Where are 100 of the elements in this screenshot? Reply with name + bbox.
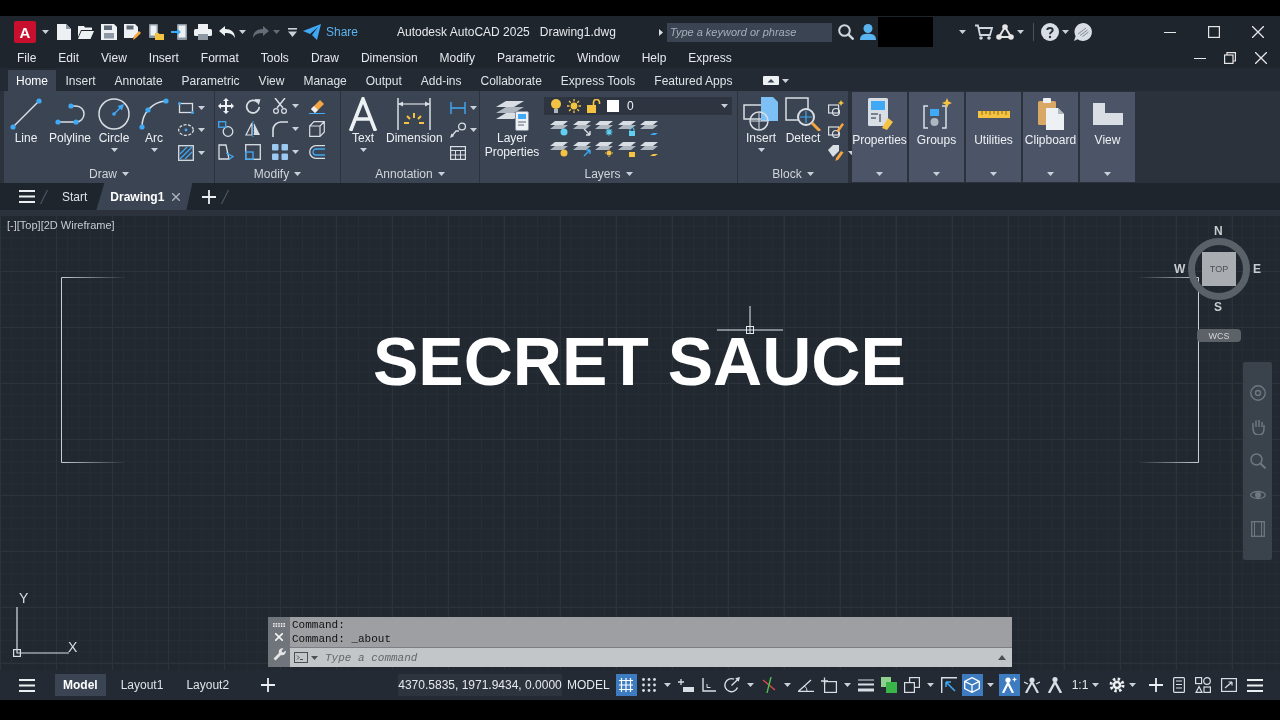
- grid-array-icon[interactable]: [272, 143, 288, 160]
- maximize-icon[interactable]: [1208, 26, 1220, 38]
- model-space-button[interactable]: MODEL: [562, 674, 615, 696]
- file-tab[interactable]: Start: [53, 183, 97, 210]
- panel-title-button[interactable]: Annotation: [341, 164, 479, 183]
- layer-tool-icon[interactable]: [550, 120, 568, 136]
- layout-tab[interactable]: Layout1: [112, 674, 172, 696]
- ribbon-button[interactable]: Line: [8, 97, 44, 163]
- restore-icon[interactable]: [1224, 52, 1236, 64]
- minimize-icon[interactable]: [1164, 31, 1176, 33]
- speech-bubble-icon[interactable]: [1074, 23, 1092, 41]
- caret-icon[interactable]: [1017, 30, 1024, 34]
- ribbon-tab[interactable]: Express Tools: [551, 70, 645, 91]
- caret-up-icon[interactable]: [998, 655, 1006, 660]
- viewport-control[interactable]: [-]: [7, 219, 17, 231]
- collapsed-panel-button[interactable]: View: [1080, 92, 1135, 182]
- menu-item[interactable]: File: [6, 51, 48, 65]
- menu-item[interactable]: Help: [630, 51, 678, 65]
- printer-icon[interactable]: [194, 24, 212, 40]
- ribbon-button[interactable]: Dimension: [385, 97, 444, 163]
- rotate-arrow-icon[interactable]: [245, 97, 261, 114]
- leader-icon[interactable]: [449, 122, 466, 139]
- caret-icon[interactable]: [1062, 30, 1069, 34]
- ribbon-tab[interactable]: Featured Apps: [644, 70, 742, 91]
- file-tab[interactable]: Drawing1: [96, 183, 193, 210]
- new-file-icon[interactable]: [57, 24, 71, 40]
- ribbon-tab[interactable]: Output: [356, 70, 412, 91]
- caret-icon[interactable]: [292, 149, 299, 154]
- compass-label[interactable]: W: [1174, 263, 1186, 275]
- caret-right-icon[interactable]: [659, 28, 663, 36]
- caret-icon[interactable]: [469, 106, 477, 111]
- ribbon-tab[interactable]: Insert: [56, 70, 106, 91]
- offset-curves-icon[interactable]: [309, 144, 325, 159]
- ribbon-tab[interactable]: Collaborate: [471, 70, 552, 91]
- app-logo[interactable]: A: [14, 21, 36, 43]
- collapsed-panel-button[interactable]: Clipboard: [1023, 92, 1078, 182]
- layer-tool-icon[interactable]: [595, 120, 613, 136]
- caret-icon[interactable]: [239, 30, 246, 34]
- caret-icon[interactable]: [292, 126, 299, 131]
- menu-item[interactable]: Tools: [249, 51, 300, 65]
- menu-item[interactable]: Format: [189, 51, 250, 65]
- help-icon[interactable]: [1041, 23, 1059, 41]
- ribbon-button[interactable]: Arc: [136, 97, 173, 163]
- compass-label[interactable]: S: [1214, 301, 1222, 313]
- wrench-icon[interactable]: [272, 647, 286, 661]
- caret-icon[interactable]: [198, 150, 206, 155]
- folder-icon[interactable]: [78, 25, 94, 39]
- ribbon-tab[interactable]: Parametric: [172, 70, 250, 91]
- caret-icon[interactable]: [198, 128, 206, 133]
- ribbon-tab[interactable]: Add-ins: [411, 70, 471, 91]
- quick-properties-button[interactable]: [1195, 674, 1212, 696]
- command-input-bar[interactable]: Type a command: [290, 647, 1012, 667]
- grip-dots-icon[interactable]: [273, 623, 285, 628]
- floppy-pencil-icon[interactable]: [124, 24, 141, 40]
- share-button[interactable]: Share: [303, 21, 359, 43]
- block-pencil-icon[interactable]: [828, 122, 844, 139]
- layer-tool-icon[interactable]: [640, 141, 658, 157]
- connected-triangle-icon[interactable]: [996, 24, 1014, 40]
- ribbon-button[interactable]: Circle: [96, 97, 133, 163]
- ribbon-button[interactable]: Layer Properties: [484, 97, 540, 163]
- menu-item[interactable]: Parametric: [485, 51, 566, 65]
- menu-item[interactable]: Insert: [137, 51, 190, 65]
- layout-tab[interactable]: Model: [55, 674, 106, 696]
- compass-ring[interactable]: [1188, 238, 1250, 300]
- eraser-icon[interactable]: [309, 97, 325, 114]
- menu-item[interactable]: Dimension: [349, 51, 429, 65]
- menu-item[interactable]: Modify: [428, 51, 486, 65]
- menu-icon[interactable]: [19, 190, 35, 203]
- ribbon-button[interactable]: Text: [345, 97, 381, 163]
- stacked-boxes-toggle[interactable]: [901, 674, 937, 696]
- search-icon[interactable]: [838, 24, 854, 40]
- layer-tool-icon[interactable]: [572, 141, 591, 157]
- layer-dropdown[interactable]: 0: [544, 97, 732, 115]
- menu-item[interactable]: Draw: [299, 51, 350, 65]
- ribbon-tab[interactable]: Annotate: [105, 70, 173, 91]
- cube-axes-toggle[interactable]: [961, 674, 997, 696]
- cart-icon[interactable]: [975, 24, 993, 40]
- collapsed-panel-button[interactable]: Groups: [909, 92, 964, 182]
- block-star-icon[interactable]: [828, 100, 844, 117]
- compass-label[interactable]: E: [1253, 263, 1261, 275]
- layer-tool-icon[interactable]: [595, 141, 613, 157]
- device-folder-icon[interactable]: [148, 24, 164, 40]
- device-arrow-icon[interactable]: [171, 24, 187, 40]
- ribbon-button[interactable]: Detect: [784, 97, 822, 163]
- viewcube-face[interactable]: TOP: [1202, 252, 1236, 286]
- linear-dimension-icon[interactable]: [449, 102, 466, 115]
- layer-tool-icon[interactable]: [640, 120, 658, 136]
- layer-tool-icon[interactable]: [617, 120, 636, 136]
- collapsed-panel-button[interactable]: Properties: [852, 92, 907, 182]
- panel-title-button[interactable]: Draw: [4, 164, 214, 183]
- rectangle-icon[interactable]: [178, 102, 195, 115]
- curved-left-arrow-icon[interactable]: [219, 26, 235, 38]
- compass-label[interactable]: N: [1214, 225, 1223, 237]
- minimize-icon[interactable]: [1194, 57, 1206, 59]
- table-icon[interactable]: [449, 145, 466, 160]
- caret-icon[interactable]: [42, 30, 49, 34]
- caret-icon[interactable]: [311, 655, 318, 660]
- stretch-icon[interactable]: [218, 143, 234, 160]
- overflow-caret-icon[interactable]: [288, 27, 297, 37]
- ribbon-tab[interactable]: Manage: [293, 70, 357, 91]
